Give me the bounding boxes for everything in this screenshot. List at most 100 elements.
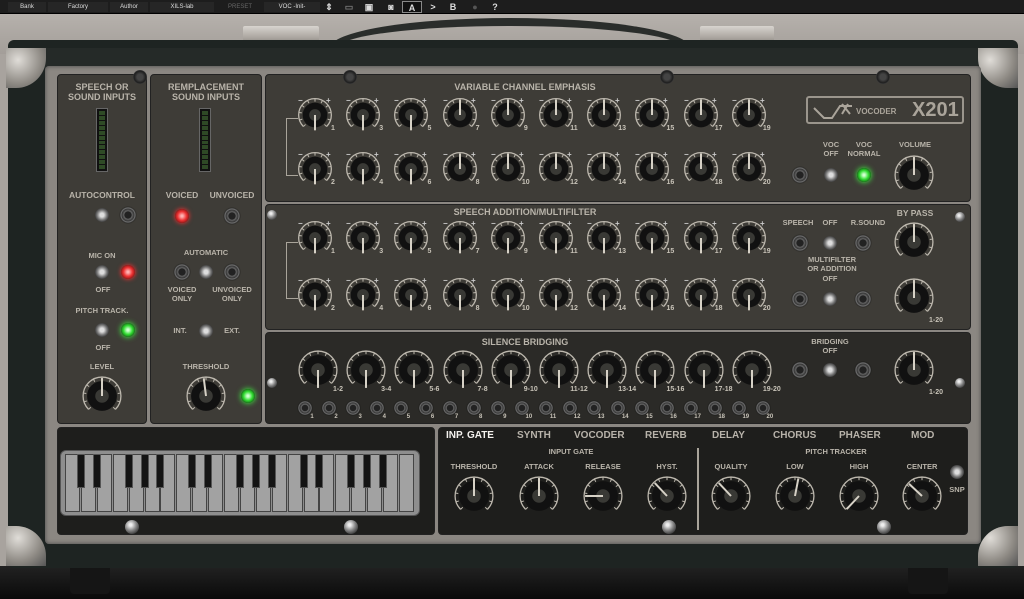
hyst-knob[interactable] [645,474,689,518]
keyboard[interactable] [60,450,420,516]
automatic-toggle[interactable] [199,265,213,279]
emphasis-channel-label: 20 [762,179,771,186]
svg-text:+: + [519,96,524,105]
tab-inp-gate[interactable]: INP. GATE [446,430,494,441]
black-key[interactable] [315,454,324,488]
autocontrol-toggle[interactable] [95,208,109,222]
black-key[interactable] [363,454,372,488]
black-key[interactable] [299,454,308,488]
black-key[interactable] [347,454,356,488]
black-key[interactable] [235,454,244,488]
black-key[interactable] [251,454,260,488]
tab-delay[interactable]: DELAY [712,430,745,441]
multifilter-channel-label: 19 [762,248,771,255]
import-icon[interactable]: ◙ [384,1,398,13]
high-knob[interactable] [837,474,881,518]
voc-toggle[interactable] [824,168,838,182]
pitch-track-toggle[interactable] [95,323,109,337]
voiced-only-jack[interactable] [174,264,190,280]
int-ext-toggle[interactable] [199,324,213,338]
bridging-jack-left[interactable] [792,362,808,378]
level-knob[interactable] [80,374,124,418]
emphasis-channel-label: 18 [714,179,723,186]
rsound-jack[interactable] [855,235,871,251]
speech-jack[interactable] [792,235,808,251]
tab-chorus[interactable]: CHORUS [773,430,816,441]
multifilter-channel-label: 13 [618,248,627,255]
unvoiced-only-jack[interactable] [224,264,240,280]
white-key[interactable] [398,454,414,512]
release-label: RELEASE [585,462,621,471]
tab-synth[interactable]: SYNTH [517,430,551,441]
multifilter-channel-label: 16 [666,305,675,312]
quality-knob[interactable] [709,474,753,518]
emphasis-jack[interactable] [792,167,808,183]
svg-text:−: − [394,150,399,159]
ab-copy-button[interactable]: > [426,1,440,13]
unvoiced-jack[interactable] [224,208,240,224]
author-selector[interactable]: XILS-lab [150,2,214,12]
bridging-range-knob[interactable] [892,348,936,392]
help-button[interactable]: ? [488,1,502,13]
black-key[interactable] [156,454,165,488]
bridging-jack-right[interactable] [855,362,871,378]
volume-knob[interactable] [892,153,936,197]
multifilter-channel-label: 20 [762,305,771,312]
volume-label: VOLUME [898,140,932,149]
black-key[interactable] [92,454,101,488]
panel-screw [344,520,358,534]
multifilter-range-knob[interactable] [892,276,936,320]
multifilter-channel-label: 15 [666,248,675,255]
panel-screw [125,520,139,534]
threshold-knob[interactable] [184,374,228,418]
mic-toggle[interactable] [95,265,109,279]
threshold-label: THRESHOLD [182,362,230,371]
ab-b-button[interactable]: B [446,1,460,13]
bridging-toggle[interactable] [823,363,837,377]
snp-toggle[interactable] [950,465,964,479]
release-knob[interactable] [581,474,625,518]
black-key[interactable] [204,454,213,488]
tab-mod[interactable]: MOD [911,430,934,441]
black-key[interactable] [379,454,387,488]
tab-vocoder[interactable]: VOCODER [574,430,625,441]
autocontrol-jack[interactable] [120,207,136,223]
black-key[interactable] [76,454,85,488]
bank-selector[interactable]: Factory [48,2,108,12]
center-knob[interactable] [900,474,944,518]
preset-selector[interactable]: VOC -Init- [264,2,320,12]
emphasis-channel-label: 11 [570,125,578,132]
speech-label: SPEECH [782,218,814,227]
black-key[interactable] [140,454,149,488]
multifilter-jack-right[interactable] [855,291,871,307]
svg-text:+: + [422,219,427,228]
attack-knob[interactable] [517,474,561,518]
multifilter-off-label: OFF [822,274,838,283]
black-key[interactable] [188,454,197,488]
up-down-arrows-icon[interactable]: ⇕ [322,1,336,13]
toolbar: Bank Factory Author XILS-lab PRESET VOC … [0,0,1024,14]
tab-phaser[interactable]: PHASER [839,430,881,441]
bulb-icon[interactable]: ● [468,1,482,13]
ab-a-button[interactable]: A [402,1,422,13]
multifilter-channel-label: 7 [475,248,480,255]
tab-reverb[interactable]: REVERB [645,430,687,441]
svg-text:+: + [615,96,620,105]
multifilter-channel-label: 3 [379,248,384,255]
save-icon[interactable]: ▭ [342,1,356,13]
black-key[interactable] [267,454,276,488]
black-key[interactable] [124,454,133,488]
bypass-knob[interactable] [892,220,936,264]
multifilter-jack-left[interactable] [792,291,808,307]
threshold-knob[interactable] [452,474,496,518]
svg-text:+: + [615,276,620,285]
low-knob[interactable] [773,474,817,518]
author-label[interactable]: Author [110,2,148,12]
panel-bolt [876,70,890,84]
emphasis-channel-label: 10 [521,179,530,186]
bank-label[interactable]: Bank [8,2,46,12]
save-as-icon[interactable]: ▣ [362,1,376,13]
panel-screw [955,378,965,388]
multifilter-toggle[interactable] [823,292,837,306]
speech-rsound-toggle[interactable] [823,236,837,250]
